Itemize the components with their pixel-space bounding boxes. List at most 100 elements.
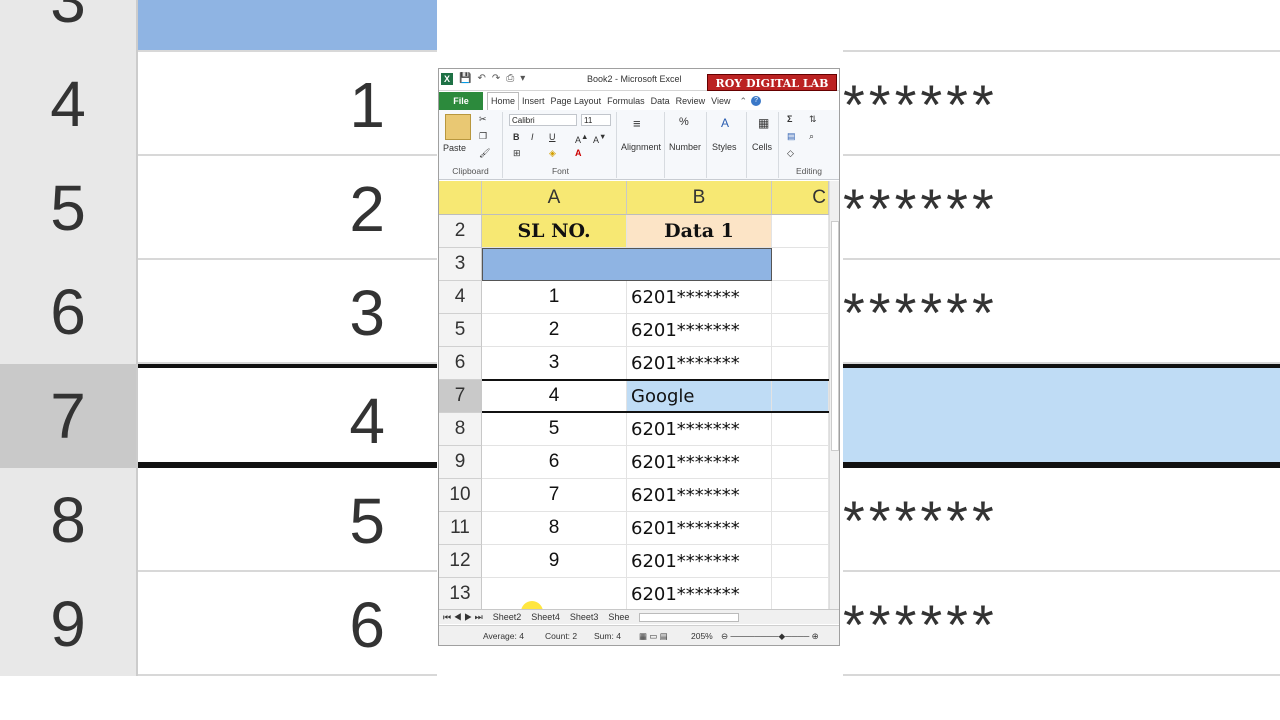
- row-header[interactable]: 8: [439, 413, 482, 446]
- print-preview-icon[interactable]: ⎙: [506, 73, 514, 85]
- row-header[interactable]: 4: [439, 281, 482, 314]
- vertical-scroll-thumb[interactable]: [831, 221, 839, 451]
- sl-no-cell[interactable]: [482, 578, 627, 609]
- font-name-select[interactable]: Calibri: [509, 114, 577, 126]
- sl-no-cell[interactable]: 7: [482, 479, 627, 512]
- data1-cell[interactable]: 6201*******: [627, 347, 772, 380]
- zoom-slider[interactable]: ⊖ ────────◆──── ⊕: [721, 631, 819, 642]
- sl-no-cell[interactable]: 2: [482, 314, 627, 347]
- paste-icon[interactable]: [445, 114, 471, 140]
- autosum-icon[interactable]: Σ: [787, 114, 792, 124]
- font-size-select[interactable]: 11: [581, 114, 611, 126]
- paste-button[interactable]: Paste: [443, 143, 466, 153]
- borders-icon[interactable]: ⊞: [513, 148, 521, 159]
- sheet-nav-icon[interactable]: ⏮ ◀ ▶ ⏭: [443, 612, 483, 623]
- grid-cell[interactable]: [772, 248, 829, 281]
- sheet-tab[interactable]: Sheet4: [531, 612, 560, 622]
- minimize-ribbon-icon[interactable]: ⌃: [739, 96, 747, 107]
- zoom-level[interactable]: 205%: [691, 631, 713, 641]
- customize-qat-icon[interactable]: ▾: [520, 73, 525, 85]
- data1-cell[interactable]: 6201*******: [627, 545, 772, 578]
- data1-cell[interactable]: 6201*******: [627, 512, 772, 545]
- sort-filter-icon[interactable]: ⇅: [809, 114, 817, 125]
- redo-icon[interactable]: ↷: [492, 73, 500, 85]
- vertical-scrollbar[interactable]: [829, 181, 839, 609]
- number-button[interactable]: Number: [669, 142, 701, 152]
- merged-blue-cell[interactable]: [482, 248, 772, 281]
- styles-icon[interactable]: A: [721, 116, 729, 130]
- sl-no-cell[interactable]: 3: [482, 347, 627, 380]
- shrink-font-icon[interactable]: A▼: [593, 132, 606, 145]
- percent-icon[interactable]: %: [679, 116, 689, 128]
- grid-cell[interactable]: [772, 512, 829, 545]
- row-header[interactable]: 10: [439, 479, 482, 512]
- sl-no-cell[interactable]: 9: [482, 545, 627, 578]
- sl-no-cell[interactable]: 5: [482, 413, 627, 446]
- fill-icon[interactable]: ▤: [787, 131, 796, 142]
- data1-cell[interactable]: 6201*******: [627, 578, 772, 609]
- select-all-corner[interactable]: [439, 181, 482, 215]
- sheet-tab[interactable]: Sheet3: [570, 612, 599, 622]
- data1-header[interactable]: Data 1: [627, 215, 772, 248]
- clear-icon[interactable]: ◇: [787, 148, 794, 159]
- grid-cell[interactable]: [772, 413, 829, 446]
- grid-cell[interactable]: [772, 314, 829, 347]
- row-header[interactable]: 9: [439, 446, 482, 479]
- styles-button[interactable]: Styles: [712, 142, 737, 152]
- tab-data[interactable]: Data: [648, 96, 673, 106]
- data1-cell[interactable]: 6201*******: [627, 446, 772, 479]
- grid-cell[interactable]: [772, 446, 829, 479]
- data1-cell[interactable]: 6201*******: [627, 281, 772, 314]
- sheet-tab[interactable]: Shee: [608, 612, 629, 622]
- row-header[interactable]: 2: [439, 215, 482, 248]
- tab-page-layout[interactable]: Page Layout: [548, 96, 605, 106]
- copy-icon[interactable]: ❐: [479, 131, 487, 142]
- column-header-c[interactable]: C: [772, 181, 829, 215]
- grid-cell[interactable]: [772, 215, 829, 248]
- help-icon[interactable]: ?: [751, 96, 762, 106]
- find-select-icon[interactable]: ⌕: [809, 131, 814, 142]
- tab-formulas[interactable]: Formulas: [604, 96, 648, 106]
- data1-cell[interactable]: 6201*******: [627, 314, 772, 347]
- font-color-icon[interactable]: A: [575, 148, 582, 158]
- grid-cell[interactable]: [772, 479, 829, 512]
- grid-cell[interactable]: [772, 347, 829, 380]
- tab-review[interactable]: Review: [673, 96, 709, 106]
- row-header[interactable]: 3: [439, 248, 482, 281]
- format-painter-icon[interactable]: 🖌: [479, 148, 490, 159]
- sl-no-header[interactable]: SL NO.: [482, 215, 627, 248]
- sl-no-cell[interactable]: 6: [482, 446, 627, 479]
- row-header[interactable]: 6: [439, 347, 482, 380]
- horizontal-scrollbar[interactable]: [639, 612, 740, 622]
- sheet-tab[interactable]: Sheet2: [493, 612, 522, 622]
- worksheet-grid[interactable]: A B C 2 SL NO. Data 1 3 4 1 6201******* 5 2 6…: [439, 181, 839, 609]
- data1-cell[interactable]: 6201*******: [627, 413, 772, 446]
- undo-icon[interactable]: ↶: [477, 73, 485, 85]
- alignment-button[interactable]: Alignment: [621, 142, 661, 152]
- save-icon[interactable]: 💾: [459, 73, 471, 85]
- tab-home[interactable]: Home: [487, 92, 520, 110]
- view-buttons-icon[interactable]: ▦ ▭ ▤: [639, 631, 668, 642]
- column-header-a[interactable]: A: [482, 181, 627, 215]
- grow-font-icon[interactable]: A▲: [575, 132, 588, 145]
- row-header[interactable]: 7: [439, 380, 482, 413]
- fill-color-icon[interactable]: ◈: [549, 148, 556, 159]
- grid-cell[interactable]: [772, 545, 829, 578]
- cut-icon[interactable]: ✂: [479, 114, 487, 125]
- tab-view[interactable]: View: [708, 96, 733, 106]
- italic-icon[interactable]: I: [531, 132, 534, 142]
- row-header[interactable]: 11: [439, 512, 482, 545]
- row-header[interactable]: 5: [439, 314, 482, 347]
- alignment-icon[interactable]: ≡: [633, 116, 641, 131]
- sl-no-cell[interactable]: 8: [482, 512, 627, 545]
- row-header[interactable]: 12: [439, 545, 482, 578]
- grid-cell[interactable]: [772, 578, 829, 609]
- tab-insert[interactable]: Insert: [519, 96, 548, 106]
- sl-no-cell[interactable]: 1: [482, 281, 627, 314]
- underline-icon[interactable]: U: [549, 132, 556, 142]
- data1-cell[interactable]: 6201*******: [627, 479, 772, 512]
- bold-icon[interactable]: B: [513, 132, 520, 142]
- tab-file[interactable]: File: [439, 92, 483, 110]
- cells-button[interactable]: Cells: [752, 142, 772, 152]
- row-header[interactable]: 13: [439, 578, 482, 609]
